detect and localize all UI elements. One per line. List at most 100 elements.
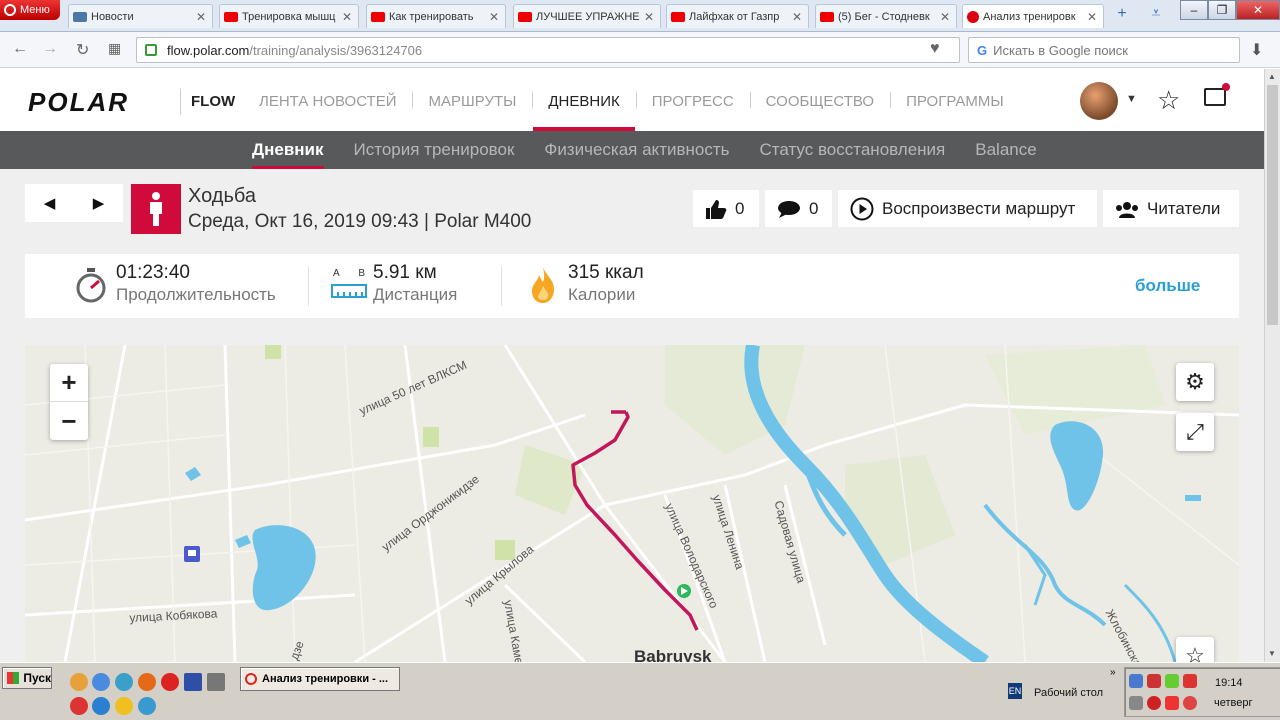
- firefox-icon[interactable]: [138, 673, 156, 691]
- taskbar-window-label: Анализ тренировки - ...: [262, 673, 389, 685]
- tab-title: Лайфхак от Газпр: [689, 10, 780, 23]
- tray-icon[interactable]: [1165, 696, 1179, 710]
- opera-icon: [4, 4, 16, 16]
- taskbar-window-button[interactable]: Анализ тренировки - ...: [240, 667, 400, 691]
- youtube-icon: [224, 11, 238, 22]
- window-close-icon[interactable]: ✕: [1236, 0, 1280, 20]
- map-settings-gear-icon[interactable]: ⚙: [1176, 363, 1214, 401]
- yandex-icon[interactable]: [70, 697, 88, 715]
- start-button[interactable]: Пуск: [2, 667, 52, 689]
- scroll-up-icon[interactable]: ▲: [1268, 72, 1276, 81]
- subnav-item-activity[interactable]: Физическая активность: [529, 131, 744, 169]
- browser-tab-active[interactable]: Анализ тренировк ✕: [962, 4, 1104, 28]
- tray-icon[interactable]: [1147, 674, 1161, 688]
- nav-item-progress[interactable]: ПРОГРЕСС: [637, 69, 750, 131]
- close-icon[interactable]: ✕: [194, 10, 208, 24]
- close-icon[interactable]: ✕: [1085, 10, 1099, 24]
- minimize-icon[interactable]: –: [1180, 0, 1208, 20]
- close-icon[interactable]: ✕: [642, 10, 656, 24]
- browser-menu-button[interactable]: Меню: [0, 0, 60, 20]
- divider: [308, 266, 309, 306]
- browser-tab[interactable]: ЛУЧШЕЕ УПРАЖНЕ ✕: [513, 4, 661, 28]
- comment-button[interactable]: 0: [765, 190, 832, 227]
- nav-item-diary[interactable]: ДНЕВНИК: [533, 69, 636, 131]
- download-icon[interactable]: ⬇: [1250, 40, 1263, 60]
- clock-time[interactable]: 19:14: [1215, 677, 1243, 689]
- browser-tab[interactable]: Новости ✕: [68, 4, 213, 28]
- back-icon[interactable]: ←: [12, 40, 28, 58]
- notification-icon[interactable]: [1204, 83, 1230, 106]
- scroll-down-icon[interactable]: ▼: [1268, 649, 1276, 658]
- next-session-button[interactable]: ▶: [74, 184, 123, 222]
- tab-menu-icon[interactable]: ⩡: [1144, 5, 1168, 23]
- calories-label: Калории: [568, 285, 636, 304]
- close-icon[interactable]: ✕: [340, 10, 354, 24]
- subnav-item-history[interactable]: История тренировок: [339, 131, 530, 169]
- quicklaunch-icon[interactable]: [138, 697, 156, 715]
- maximize-icon[interactable]: ❐: [1208, 0, 1236, 20]
- address-toolbar: ← → ↻ ▦ flow.polar.com /training/analysi…: [0, 32, 1280, 68]
- previous-session-button[interactable]: ◀: [25, 184, 74, 222]
- chevron-down-icon[interactable]: ▼: [1126, 93, 1137, 105]
- chrome-icon[interactable]: [92, 673, 110, 691]
- replay-route-button[interactable]: Воспроизвести маршрут: [838, 190, 1097, 227]
- forward-icon[interactable]: →: [42, 40, 58, 58]
- tray-icon[interactable]: [1129, 674, 1143, 688]
- media-icon[interactable]: [115, 697, 133, 715]
- nav-item-feed[interactable]: ЛЕНТА НОВОСТЕЙ: [244, 69, 412, 131]
- speed-dial-icon[interactable]: ▦: [108, 40, 121, 57]
- bookmark-heart-icon[interactable]: ♥: [930, 40, 940, 58]
- calendar-icon[interactable]: [207, 673, 225, 691]
- start-label: Пуск: [23, 671, 51, 685]
- browser-tab-bar: Меню Новости ✕ Тренировка мышц ✕ Как тре…: [0, 0, 1280, 32]
- zoom-out-button[interactable]: −: [50, 402, 88, 440]
- close-icon[interactable]: ✕: [487, 10, 501, 24]
- tray-icon[interactable]: [1183, 674, 1197, 688]
- zoom-in-button[interactable]: +: [50, 364, 88, 402]
- fullscreen-icon[interactable]: ⤢: [1176, 413, 1214, 451]
- page-scrollbar[interactable]: ▲ ▼: [1264, 69, 1280, 662]
- quicklaunch-icon[interactable]: [115, 673, 133, 691]
- comment-count: 0: [809, 198, 819, 218]
- avatar[interactable]: [1080, 82, 1118, 120]
- map-star-icon[interactable]: ☆: [1176, 637, 1214, 662]
- new-tab-button[interactable]: +: [1110, 5, 1134, 23]
- duration-label: Продолжительность: [116, 285, 276, 304]
- nav-item-routes[interactable]: МАРШРУТЫ: [413, 69, 532, 131]
- quicklaunch-icon[interactable]: [70, 673, 88, 691]
- url-input[interactable]: flow.polar.com /training/analysis/396312…: [136, 37, 960, 63]
- save-icon[interactable]: [184, 673, 202, 691]
- comment-icon: [777, 200, 801, 218]
- polar-icon: [967, 10, 979, 23]
- subnav-item-diary[interactable]: Дневник: [237, 131, 339, 169]
- ie-icon[interactable]: [92, 697, 110, 715]
- close-icon[interactable]: ✕: [938, 10, 952, 24]
- more-link[interactable]: больше: [1135, 276, 1200, 296]
- tray-icon[interactable]: [1165, 674, 1179, 688]
- like-button[interactable]: 0: [693, 190, 759, 227]
- close-icon[interactable]: ✕: [790, 10, 804, 24]
- browser-tab[interactable]: Как тренировать ✕: [366, 4, 506, 28]
- reload-icon[interactable]: ↻: [76, 40, 89, 60]
- tray-icon[interactable]: [1183, 696, 1197, 710]
- browser-tab[interactable]: Тренировка мышц ✕: [219, 4, 359, 28]
- scroll-thumb[interactable]: [1267, 85, 1278, 325]
- nav-item-community[interactable]: СООБЩЕСТВО: [751, 69, 890, 131]
- tray-icon[interactable]: [1147, 696, 1161, 710]
- browser-tab[interactable]: Лайфхак от Газпр ✕: [666, 4, 809, 28]
- browser-tab[interactable]: (5) Бег - Стодневк ✕: [815, 4, 957, 28]
- language-indicator[interactable]: EN: [1008, 683, 1022, 699]
- main-nav: ЛЕНТА НОВОСТЕЙ МАРШРУТЫ ДНЕВНИК ПРОГРЕСС…: [244, 69, 1020, 131]
- readers-button[interactable]: Читатели: [1103, 190, 1239, 227]
- route-map[interactable]: улица 50 лет ВЛКСМ улица Орджоникидзе ул…: [25, 345, 1239, 662]
- opera-icon[interactable]: [161, 673, 179, 691]
- search-input[interactable]: G Искать в Google поиск: [968, 37, 1240, 63]
- desktop-label[interactable]: Рабочий стол: [1034, 687, 1103, 699]
- polar-logo[interactable]: POLAR: [28, 87, 129, 118]
- tray-expand-icon[interactable]: »: [1110, 667, 1116, 678]
- subnav-item-recovery[interactable]: Статус восстановления: [745, 131, 961, 169]
- star-icon[interactable]: ☆: [1157, 85, 1180, 116]
- nav-item-programs[interactable]: ПРОГРАММЫ: [891, 69, 1020, 131]
- subnav-item-balance[interactable]: Balance: [960, 131, 1051, 169]
- tray-icon[interactable]: [1129, 696, 1143, 710]
